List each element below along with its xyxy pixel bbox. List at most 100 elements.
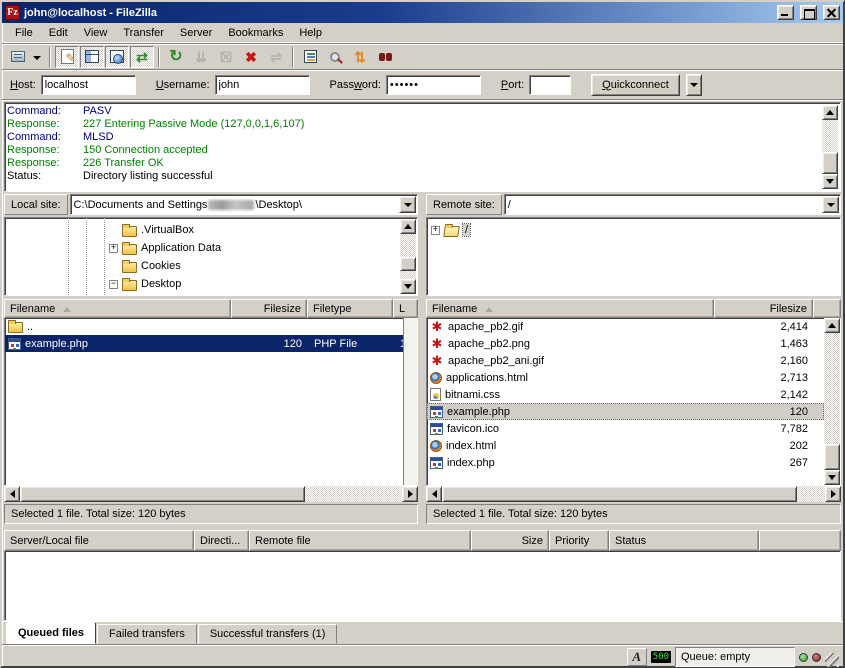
scroll-down-icon[interactable]	[400, 279, 416, 294]
expand-plus-icon[interactable]: +	[109, 244, 118, 253]
ico-file-icon	[430, 423, 443, 435]
close-button[interactable]	[823, 5, 840, 20]
minimize-button[interactable]	[777, 5, 794, 20]
remote-site-combobox[interactable]: /	[504, 194, 841, 215]
menu-file[interactable]: File	[8, 25, 40, 41]
menu-bookmarks[interactable]: Bookmarks	[221, 25, 290, 41]
tree-item-virtualbox[interactable]: .VirtualBox	[109, 221, 194, 239]
file-row[interactable]: index.html 202	[427, 437, 824, 454]
column-header-filetype[interactable]: Filetype	[307, 299, 393, 318]
combo-dropdown-icon[interactable]	[399, 196, 416, 213]
cancel-operation-icon[interactable]: ☒	[214, 46, 238, 68]
scroll-right-icon[interactable]	[402, 486, 418, 502]
file-row[interactable]: applications.html 2,713	[427, 369, 824, 386]
remote-list-hscrollbar[interactable]	[426, 486, 841, 502]
port-input[interactable]	[529, 75, 571, 95]
data-type-ascii-icon[interactable]: A	[627, 648, 647, 666]
remote-directory-tree[interactable]: + /	[426, 217, 841, 296]
column-header-direction[interactable]: Directi...	[194, 530, 249, 551]
tree-item-cookies[interactable]: Cookies	[109, 257, 181, 275]
quickconnect-dropdown-icon[interactable]	[686, 74, 702, 96]
column-header-priority[interactable]: Priority	[549, 530, 609, 551]
expand-plus-icon[interactable]: +	[431, 226, 440, 235]
file-row-example-php[interactable]: example.php 120	[427, 403, 824, 420]
tab-successful-transfers[interactable]: Successful transfers (1)	[198, 624, 338, 644]
tree-item-desktop[interactable]: − Desktop	[109, 275, 181, 293]
remote-list-scrollbar[interactable]	[824, 318, 840, 485]
toggle-local-tree-icon[interactable]	[80, 46, 104, 68]
menu-view[interactable]: View	[77, 25, 115, 41]
file-row[interactable]: favicon.ico 7,782	[427, 420, 824, 437]
tree-item-application-data[interactable]: + Application Data	[109, 239, 221, 257]
file-row[interactable]: apache_pb2.gif 2,414	[427, 318, 824, 335]
file-row-example-php[interactable]: example.php 120 PHP File 1	[5, 335, 417, 352]
scroll-thumb[interactable]	[442, 486, 797, 502]
file-row[interactable]: index.php 267	[427, 454, 824, 471]
scroll-thumb[interactable]	[822, 152, 838, 174]
column-header-last-modified[interactable]: L	[393, 299, 418, 318]
scroll-thumb[interactable]	[400, 257, 416, 271]
tab-queued-files[interactable]: Queued files	[6, 622, 96, 644]
resize-grip[interactable]	[825, 653, 839, 667]
file-row-parent-dir[interactable]: ..	[5, 318, 417, 335]
tab-failed-transfers[interactable]: Failed transfers	[97, 624, 197, 644]
file-row[interactable]: apache_pb2.png 1,463	[427, 335, 824, 352]
column-header-server-local-file[interactable]: Server/Local file	[4, 530, 194, 551]
column-header-remote-file[interactable]: Remote file	[249, 530, 471, 551]
quickconnect-button[interactable]: Quickconnect	[591, 74, 680, 96]
scroll-right-icon[interactable]	[825, 486, 841, 502]
tree-item-root[interactable]: + /	[431, 221, 470, 239]
speed-limit-icon[interactable]: 500	[651, 651, 671, 663]
synchronized-browsing-icon[interactable]: ⇅	[348, 46, 372, 68]
queue-body[interactable]	[4, 551, 841, 621]
column-header-status[interactable]: Status	[609, 530, 759, 551]
local-list-hscrollbar[interactable]	[4, 486, 418, 502]
scroll-left-icon[interactable]	[426, 486, 442, 502]
scroll-up-icon[interactable]	[824, 318, 840, 333]
scroll-left-icon[interactable]	[4, 486, 20, 502]
find-files-icon[interactable]	[373, 46, 397, 68]
menu-edit[interactable]: Edit	[42, 25, 75, 41]
expand-minus-icon[interactable]: −	[109, 280, 118, 289]
disconnect-icon[interactable]: ✖	[239, 46, 263, 68]
directory-filters-icon[interactable]	[298, 46, 322, 68]
scroll-up-icon[interactable]	[822, 105, 838, 120]
maximize-button[interactable]	[800, 5, 817, 20]
local-file-list[interactable]: .. example.php 120 PHP File 1	[4, 318, 418, 486]
menu-server[interactable]: Server	[173, 25, 219, 41]
username-input[interactable]	[215, 75, 310, 95]
scroll-down-icon[interactable]	[824, 470, 840, 485]
toggle-log-view-icon[interactable]	[55, 46, 79, 68]
refresh-icon[interactable]: ↻	[164, 46, 188, 68]
scroll-thumb[interactable]	[824, 444, 840, 470]
directory-comparison-icon[interactable]	[323, 46, 347, 68]
process-queue-icon[interactable]: ⇊	[189, 46, 213, 68]
menu-help[interactable]: Help	[292, 25, 329, 41]
title-bar[interactable]: Fz john@localhost - FileZilla	[2, 2, 843, 23]
column-header-filesize[interactable]: Filesize	[714, 299, 813, 318]
column-header-filename[interactable]: Filename	[4, 299, 231, 318]
file-row[interactable]: bitnami.css 2,142	[427, 386, 824, 403]
reconnect-icon[interactable]: ⇌	[264, 46, 288, 68]
column-header-filesize[interactable]: Filesize	[231, 299, 307, 318]
local-directory-tree[interactable]: .VirtualBox + Application Data Cookies −…	[4, 217, 418, 296]
menu-transfer[interactable]: Transfer	[116, 25, 171, 41]
site-manager-icon[interactable]	[6, 46, 30, 68]
log-scrollbar[interactable]	[822, 105, 838, 189]
column-header-filename[interactable]: Filename	[426, 299, 714, 318]
combo-dropdown-icon[interactable]	[822, 196, 839, 213]
password-input[interactable]	[386, 75, 481, 95]
scroll-up-icon[interactable]	[400, 219, 416, 234]
file-row[interactable]: apache_pb2_ani.gif 2,160	[427, 352, 824, 369]
host-input[interactable]	[41, 75, 136, 95]
toggle-remote-tree-icon[interactable]	[105, 46, 129, 68]
scroll-thumb[interactable]	[20, 486, 305, 502]
toggle-queue-view-icon[interactable]: ⇄	[130, 46, 154, 68]
site-manager-dropdown-icon[interactable]	[33, 56, 41, 64]
scroll-down-icon[interactable]	[822, 174, 838, 189]
remote-file-list[interactable]: apache_pb2.gif 2,414 apache_pb2.png 1,46…	[426, 318, 841, 486]
column-header-size[interactable]: Size	[471, 530, 549, 551]
local-tree-scrollbar[interactable]	[400, 219, 416, 294]
local-list-scrollbar[interactable]	[403, 318, 417, 485]
local-site-combobox[interactable]: C:\Documents and Settings\Desktop\	[70, 194, 418, 215]
